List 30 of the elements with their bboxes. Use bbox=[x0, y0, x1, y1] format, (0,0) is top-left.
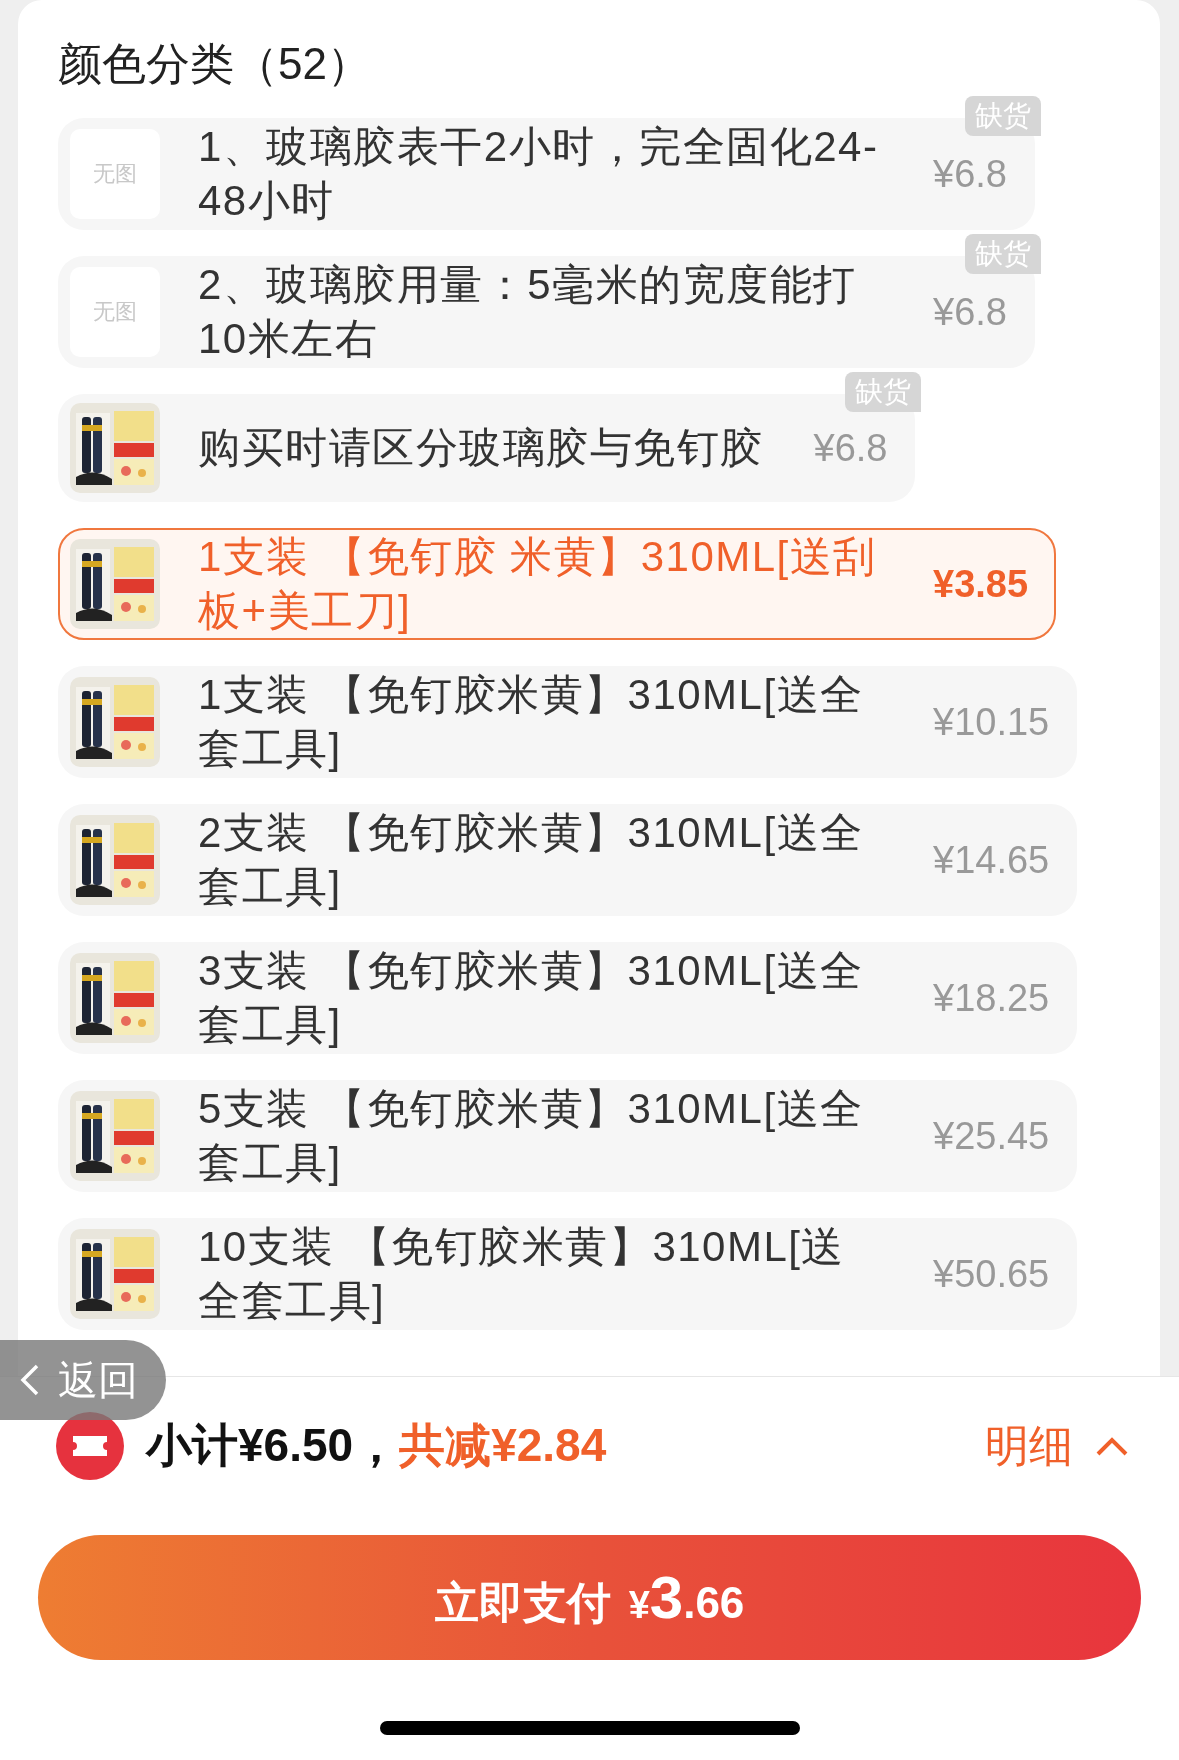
option-price: ¥50.65 bbox=[933, 1252, 1050, 1296]
option-name: 购买时请区分玻璃胶与免钉胶 bbox=[198, 423, 764, 473]
option-name: 1支装 【免钉胶 米黄】310ML[送刮板+美工刀] bbox=[198, 532, 878, 636]
option-price: ¥18.25 bbox=[933, 976, 1050, 1020]
option-name: 1、玻璃胶表干2小时，完全固化24-48小时 bbox=[198, 122, 880, 226]
option-price: ¥3.85 bbox=[933, 562, 1029, 606]
option-price: ¥6.8 bbox=[933, 290, 1007, 334]
option-name: 2支装 【免钉胶米黄】310ML[送全套工具] bbox=[198, 808, 865, 912]
discount-text: 共减¥2.84 bbox=[399, 1418, 607, 1473]
option-item[interactable]: 5支装 【免钉胶米黄】310ML[送全套工具] ¥25.45 bbox=[58, 1080, 1078, 1192]
option-price: ¥25.45 bbox=[933, 1114, 1050, 1158]
subtotal-text: 小计¥6.50， bbox=[146, 1418, 400, 1473]
chevron-left-icon bbox=[20, 1363, 40, 1397]
option-price: ¥10.15 bbox=[933, 700, 1050, 744]
option-name: 1支装 【免钉胶米黄】310ML[送全套工具] bbox=[198, 670, 865, 774]
chevron-up-icon bbox=[1095, 1435, 1129, 1457]
option-item[interactable]: 2支装 【免钉胶米黄】310ML[送全套工具] ¥14.65 bbox=[58, 804, 1078, 916]
option-price: ¥6.8 bbox=[933, 152, 1007, 196]
option-item[interactable]: 10支装 【免钉胶米黄】310ML[送全套工具] ¥50.65 bbox=[58, 1218, 1078, 1330]
option-name: 5支装 【免钉胶米黄】310ML[送全套工具] bbox=[198, 1084, 865, 1188]
option-item[interactable]: 购买时请区分玻璃胶与免钉胶 ¥6.8 bbox=[58, 394, 916, 502]
pay-now-button[interactable]: 立即支付 ¥3.66 bbox=[38, 1535, 1141, 1660]
option-name: 2、玻璃胶用量：5毫米的宽度能打10米左右 bbox=[198, 260, 858, 364]
option-item[interactable]: 1支装 【免钉胶米黄】310ML[送全套工具] ¥10.15 bbox=[58, 666, 1078, 778]
option-name: 10支装 【免钉胶米黄】310ML[送全套工具] bbox=[198, 1222, 846, 1326]
option-price: ¥6.8 bbox=[813, 426, 888, 470]
option-item[interactable]: 3支装 【免钉胶米黄】310ML[送全套工具] ¥18.25 bbox=[58, 942, 1078, 1054]
section-title: 颜色分类（52） bbox=[58, 38, 372, 90]
option-name: 3支装 【免钉胶米黄】310ML[送全套工具] bbox=[198, 946, 865, 1050]
option-price: ¥14.65 bbox=[933, 838, 1050, 882]
